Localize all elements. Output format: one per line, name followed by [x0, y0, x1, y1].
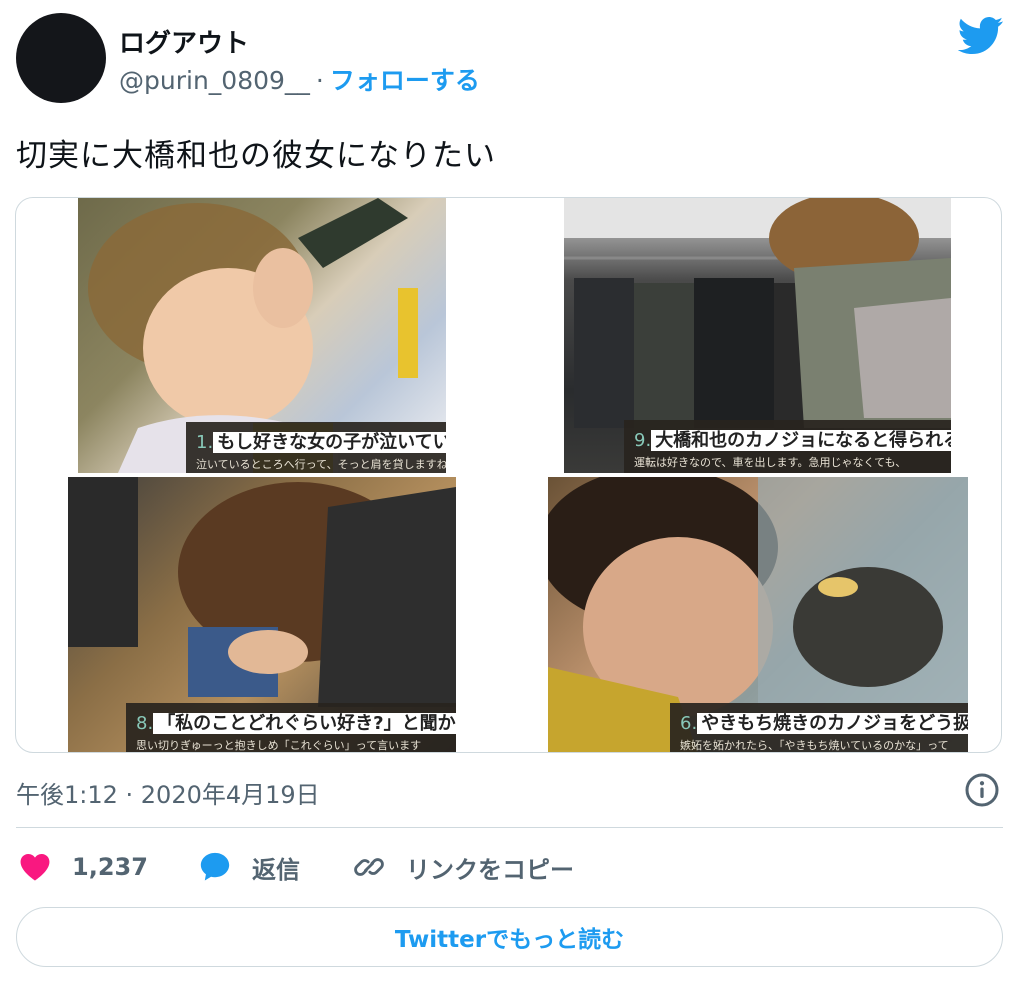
photo-2-caption: 9.大橋和也のカノジョになると得られる特権は? 運転は好きなので、車を出します。…: [624, 420, 951, 473]
reply-label: 返信: [252, 855, 300, 884]
handle-line: @purin_0809__ · フォローする: [119, 61, 480, 97]
photo-4-question: 6.やきもち焼きのカノジョをどう扱う?: [680, 709, 968, 735]
photo-4-subtext: 嫉妬を妬かれたら、「やきもち焼いているのかな」って: [680, 739, 949, 752]
info-icon[interactable]: [964, 772, 1000, 808]
photo-1-caption: 1.もし好きな女の子が泣いていたら? 泣いているところへ行って、そっと肩を貸しま…: [186, 422, 446, 473]
action-bar: 1,237 返信 リンクをコピー: [18, 849, 1008, 885]
photo-2-question: 9.大橋和也のカノジョになると得られる特権は?: [634, 426, 951, 452]
photo-1-subtext: 泣いているところへ行って、そっと肩を貸しますね。そ: [196, 458, 446, 471]
like-count: 1,237: [72, 853, 148, 881]
separator-dot: ·: [315, 66, 324, 95]
reply-button[interactable]: 返信: [198, 849, 300, 885]
tweet-header: ログアウト @purin_0809__ · フォローする: [16, 13, 1008, 105]
twitter-bird-icon[interactable]: [958, 17, 1004, 55]
photo-3-subtext: 思い切りぎゅーっと抱きしめ「これぐらい」って言います: [136, 739, 422, 752]
display-name[interactable]: ログアウト: [119, 23, 249, 60]
user-handle[interactable]: @purin_0809__: [119, 66, 310, 95]
speech-bubble-icon: [200, 852, 230, 881]
copy-link-label: リンクをコピー: [406, 855, 574, 884]
photo-3[interactable]: 8.「私のことどれぐらい好き?」と聞かれたら? 思い切りぎゅーっと抱きしめ「これ…: [68, 477, 456, 752]
follow-button[interactable]: フォローする: [330, 66, 480, 95]
photo-4[interactable]: 6.やきもち焼きのカノジョをどう扱う? 嫉妬を妬かれたら、「やきもち焼いているの…: [548, 477, 968, 752]
photo-2[interactable]: 9.大橋和也のカノジョになると得られる特権は? 運転は好きなので、車を出します。…: [564, 198, 951, 473]
read-more-button[interactable]: Twitterでもっと読む: [16, 907, 1003, 967]
media-grid[interactable]: 1.もし好きな女の子が泣いていたら? 泣いているところへ行って、そっと肩を貸しま…: [15, 197, 1002, 753]
tweet-text: 切実に大橋和也の彼女になりたい: [16, 138, 496, 174]
tweet-timestamp[interactable]: 午後1:12 · 2020年4月19日: [16, 775, 320, 810]
photo-1[interactable]: 1.もし好きな女の子が泣いていたら? 泣いているところへ行って、そっと肩を貸しま…: [78, 198, 446, 473]
photo-3-caption: 8.「私のことどれぐらい好き?」と聞かれたら? 思い切りぎゅーっと抱きしめ「これ…: [126, 703, 456, 752]
like-button[interactable]: 1,237: [18, 849, 148, 885]
photo-4-caption: 6.やきもち焼きのカノジョをどう扱う? 嫉妬を妬かれたら、「やきもち焼いているの…: [670, 703, 968, 752]
divider: [16, 827, 1003, 828]
photo-2-subtext: 運転は好きなので、車を出します。急用じゃなくても、: [634, 456, 907, 469]
heart-icon: [20, 853, 50, 881]
link-icon: [354, 858, 384, 876]
copy-link-button[interactable]: リンクをコピー: [352, 849, 574, 885]
photo-1-question: 1.もし好きな女の子が泣いていたら?: [196, 428, 446, 454]
avatar[interactable]: [16, 13, 106, 103]
photo-3-question: 8.「私のことどれぐらい好き?」と聞かれたら?: [136, 709, 456, 735]
